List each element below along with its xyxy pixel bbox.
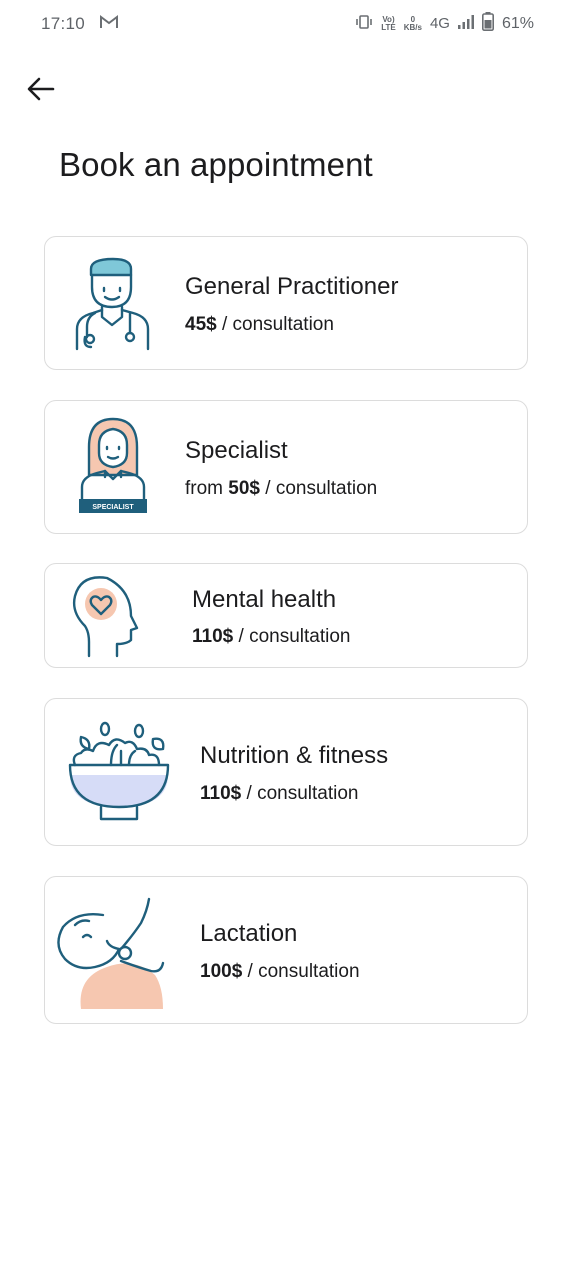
mind-heart-icon: [71, 572, 149, 665]
card-general-practitioner[interactable]: General Practitioner 45$ / consultation: [44, 236, 528, 370]
arrow-left-icon: [27, 77, 55, 101]
card-mental-health[interactable]: Mental health 110$ / consultation: [44, 563, 528, 668]
network-type: 4G: [429, 15, 450, 32]
card-title: Lactation: [200, 920, 298, 947]
doctor-icon: [75, 257, 151, 358]
battery-percent: 61%: [501, 14, 534, 32]
vibrate-icon: [355, 14, 373, 33]
battery-icon: [481, 12, 494, 35]
breastfeeding-icon: [55, 897, 165, 1016]
card-price: 45$ / consultation: [185, 314, 334, 335]
volte-indicator: Vo) LTE: [381, 14, 396, 32]
status-bar: 17:10 Vo) LTE 0 KB/s 4G 61%: [0, 0, 574, 48]
net-speed: 0 KB/s: [403, 14, 422, 32]
card-price: 100$ / consultation: [200, 961, 360, 982]
card-price: from 50$ / consultation: [185, 478, 378, 499]
card-title: Specialist: [185, 437, 288, 464]
gmail-icon: [100, 14, 118, 34]
card-specialist[interactable]: SPECIALIST Specialist from 50$ / consult…: [44, 400, 528, 534]
card-title: Nutrition & fitness: [200, 742, 389, 769]
card-price: 110$ / consultation: [192, 626, 351, 647]
card-title: Mental health: [192, 586, 337, 613]
page-title: Book an appointment: [59, 146, 373, 183]
back-button[interactable]: [22, 70, 60, 108]
card-lactation[interactable]: Lactation 100$ / consultation: [44, 876, 528, 1024]
status-indicators: Vo) LTE 0 KB/s 4G 61%: [355, 12, 534, 35]
card-title: General Practitioner: [185, 273, 399, 300]
salad-bowl-icon: [67, 717, 171, 830]
specialist-badge-text: SPECIALIST: [92, 504, 134, 511]
card-price: 110$ / consultation: [200, 783, 359, 804]
signal-icon: [457, 14, 474, 33]
card-nutrition-fitness[interactable]: Nutrition & fitness 110$ / consultation: [44, 698, 528, 846]
status-time: 17:10: [41, 14, 86, 33]
specialist-icon: SPECIALIST: [75, 415, 151, 524]
